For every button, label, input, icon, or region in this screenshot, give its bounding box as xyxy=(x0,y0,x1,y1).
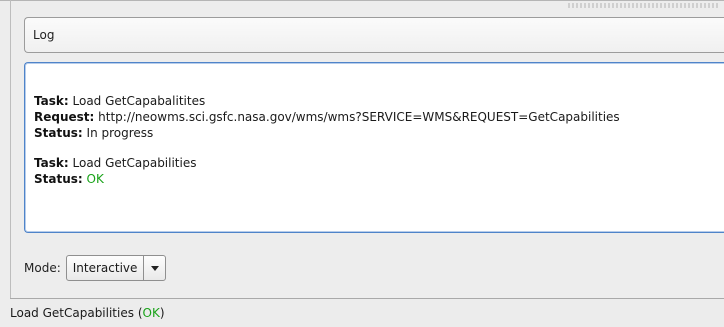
resize-grip-icon[interactable] xyxy=(568,3,718,8)
log-task-line: Task: Load GetCapabalitites xyxy=(34,93,724,109)
mode-select[interactable]: Interactive xyxy=(65,255,167,281)
status-label: Status: xyxy=(34,172,83,186)
status-bar: Load GetCapabilities (OK) xyxy=(10,298,724,327)
mode-selected-value: Interactive xyxy=(72,261,138,275)
request-label: Request: xyxy=(34,110,95,124)
log-entry: Task: Load GetCapabilities Status: OK xyxy=(34,155,724,187)
status-bar-text: Load GetCapabilities xyxy=(10,306,134,320)
status-label: Status: xyxy=(34,126,83,140)
request-value: http://neowms.sci.gsfc.nasa.gov/wms/wms?… xyxy=(98,110,620,124)
mode-label: Mode: xyxy=(24,261,61,275)
task-label: Task: xyxy=(34,94,69,108)
task-label: Task: xyxy=(34,156,69,170)
left-divider xyxy=(10,0,11,298)
task-value: Load GetCapabalitites xyxy=(72,94,206,108)
log-panel[interactable]: Task: Load GetCapabalitites Request: htt… xyxy=(24,62,724,233)
mode-row: Mode: Interactive xyxy=(24,254,167,282)
log-status-line: Status: OK xyxy=(34,171,724,187)
log-header-label: Log xyxy=(33,28,55,42)
log-entry: Task: Load GetCapabalitites Request: htt… xyxy=(34,93,724,141)
status-value: In progress xyxy=(86,126,154,140)
status-value-ok: OK xyxy=(86,172,104,186)
task-value: Load GetCapabilities xyxy=(72,156,197,170)
status-bar-close-paren: ) xyxy=(159,306,165,320)
status-bar-ok: OK xyxy=(142,306,160,320)
log-section-header[interactable]: Log xyxy=(24,17,724,53)
log-task-line: Task: Load GetCapabilities xyxy=(34,155,724,171)
wms-log-window: Log Task: Load GetCapabalitites Request:… xyxy=(0,0,724,327)
chevron-down-icon[interactable] xyxy=(143,256,165,280)
log-request-line: Request: http://neowms.sci.gsfc.nasa.gov… xyxy=(34,109,724,125)
log-status-line: Status: In progress xyxy=(34,125,724,141)
top-grip xyxy=(0,0,724,12)
